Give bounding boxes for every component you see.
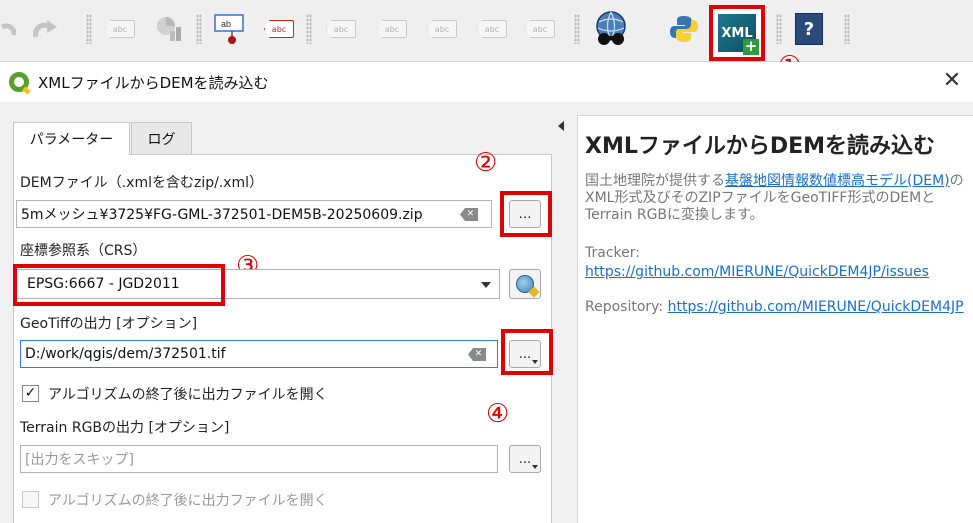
collapse-panel-icon[interactable] <box>558 121 564 131</box>
dem-file-input[interactable]: 5mメッシュ¥3725¥FG-GML-372501-DEM5B-20250609… <box>16 200 492 228</box>
toolbar-separator <box>86 14 92 44</box>
undo-icon[interactable] <box>0 10 16 48</box>
menu-arrow-icon <box>532 465 538 469</box>
diagram-icon[interactable] <box>150 10 186 48</box>
annotation-2: ② <box>474 148 498 178</box>
dem-info-link[interactable]: 基盤地図情報数値標高モデル(DEM) <box>725 173 950 189</box>
dem-file-value: 5mメッシュ¥3725¥FG-GML-372501-DEM5B-20250609… <box>21 207 423 223</box>
help-title: XMLファイルからDEMを読み込む <box>585 134 936 159</box>
eye-label-tag-icon: abc <box>377 20 407 38</box>
open-after-geotiff-label: アルゴリズムの終了後に出力ファイルを開く <box>48 387 328 403</box>
repository-link[interactable]: https://github.com/MIERUNE/QuickDEM4JP <box>668 299 964 315</box>
annotation-box-3 <box>13 264 225 306</box>
qgis-logo-icon <box>9 72 29 92</box>
xml-plus-icon: XML + <box>718 14 759 55</box>
show-label-icon[interactable]: abc <box>372 10 412 48</box>
annotation-box-geotiff <box>501 329 553 375</box>
terrain-rgb-output-input[interactable]: [出力をスキップ] <box>20 445 498 473</box>
plus-icon: + <box>743 37 759 55</box>
terrain-rgb-placeholder: [出力をスキップ] <box>25 452 134 468</box>
red-label-tag-icon: abc <box>264 20 294 38</box>
help-book-icon: ? <box>795 13 823 45</box>
pin-label-disabled-icon[interactable]: abc <box>322 10 360 48</box>
globe-binoculars-icon[interactable] <box>590 10 632 48</box>
change-label-icon[interactable]: abc <box>520 10 560 48</box>
dem-file-label: DEMファイル（.xmlを含むzip/.xml） <box>20 175 264 191</box>
terrain-rgb-browse-button[interactable]: ... <box>509 445 541 473</box>
help-desc-prefix: 国土地理院が提供する <box>585 173 725 189</box>
rotate-label-tag-icon: abc <box>477 20 507 38</box>
toolbar-separator <box>776 14 782 44</box>
label-toolbar-icon[interactable]: abc <box>102 10 138 48</box>
qgis-window: abc ab abc abc abc abc abc abc XML + ? X… <box>0 0 973 523</box>
annotation-4: ④ <box>486 399 510 429</box>
open-after-terrain-checkbox <box>22 491 39 508</box>
crs-label: 座標参照系（CRS） <box>20 243 147 259</box>
globe-crs-icon <box>516 275 534 293</box>
move-label-tag-icon: abc <box>427 20 457 38</box>
annotation-box-2 <box>500 191 552 237</box>
open-after-terrain-label: アルゴリズムの終了後に出力ファイルを開く <box>48 493 328 509</box>
disabled-label-tag-icon: abc <box>326 20 356 38</box>
help-toolbar-button[interactable]: ? <box>790 10 828 48</box>
repository-label: Repository: <box>585 299 668 315</box>
close-icon[interactable]: ✕ <box>938 66 966 96</box>
help-repository: Repository: https://github.com/MIERUNE/Q… <box>585 298 965 317</box>
toolbar-separator <box>844 14 850 44</box>
edit-label-tag-icon: abc <box>525 20 555 38</box>
chevron-down-icon <box>481 282 491 288</box>
help-tracker: Tracker: https://github.com/MIERUNE/Quic… <box>585 244 965 282</box>
plugin-toolbar: abc ab abc abc abc abc abc abc XML + ? <box>0 0 973 62</box>
terrain-rgb-label: Terrain RGBの出力 [オプション] <box>20 420 230 436</box>
highlight-label-icon[interactable]: abc <box>260 10 298 48</box>
tracker-label: Tracker: <box>585 245 640 261</box>
tracker-link[interactable]: https://github.com/MIERUNE/QuickDEM4JP/i… <box>585 264 929 280</box>
dialog-titlebar: XMLファイルからDEMを読み込む ✕ <box>0 62 973 102</box>
toolbar-separator <box>574 14 580 44</box>
dialog-title: XMLファイルからDEMを読み込む <box>38 74 269 92</box>
pin-label-icon[interactable]: ab <box>210 10 250 48</box>
tab-parameters[interactable]: パラメーター <box>13 122 130 155</box>
toolbar-separator <box>196 14 202 44</box>
open-after-geotiff-checkbox[interactable]: ✓ <box>22 385 39 402</box>
python-console-icon[interactable] <box>666 10 702 48</box>
crs-selector-button[interactable] <box>509 269 541 299</box>
browse-dots: ... <box>518 451 532 467</box>
redo-icon[interactable] <box>30 10 62 48</box>
tab-log[interactable]: ログ <box>131 122 192 154</box>
label-tag-icon: abc <box>105 20 135 38</box>
toolbar-separator <box>306 14 312 44</box>
rotate-label-icon[interactable]: abc <box>472 10 512 48</box>
svg-text:ab: ab <box>221 19 231 29</box>
help-description: 国土地理院が提供する基盤地図情報数値標高モデル(DEM)のXML形式及びそのZI… <box>585 173 965 224</box>
move-label-icon[interactable]: abc <box>422 10 462 48</box>
geotiff-label: GeoTiffの出力 [オプション] <box>20 316 198 332</box>
quickdem4jp-plugin-button[interactable]: XML + <box>709 5 765 61</box>
geotiff-output-input[interactable]: D:/work/qgis/dem/372501.tif <box>20 340 498 368</box>
geotiff-output-value: D:/work/qgis/dem/372501.tif <box>25 346 226 362</box>
